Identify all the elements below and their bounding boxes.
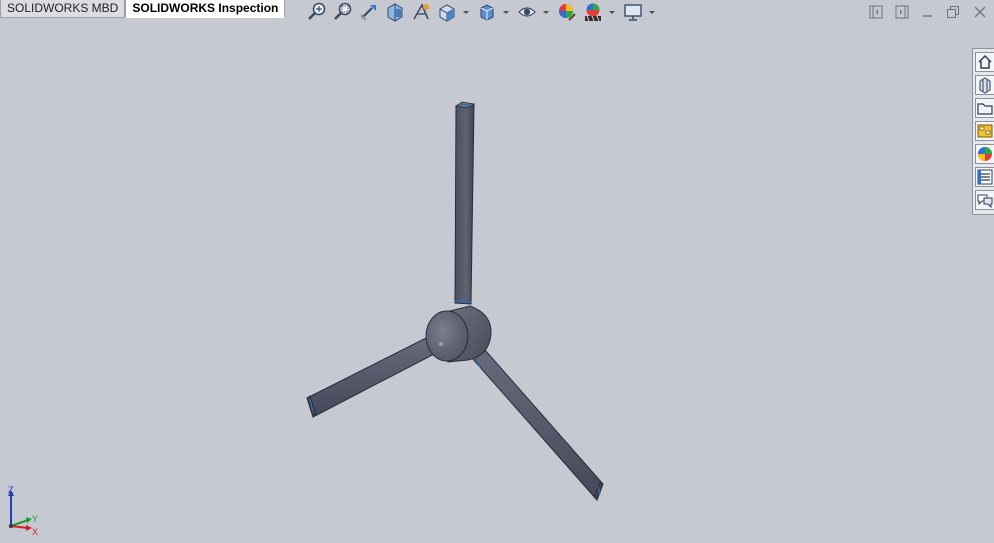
hub[interactable] xyxy=(425,305,492,363)
triad-z-label: Z xyxy=(8,485,14,495)
propeller-model[interactable] xyxy=(0,0,994,543)
triad-y-label: Y xyxy=(32,514,38,524)
triad-x-label: X xyxy=(32,527,38,537)
reference-triad: Z Y X xyxy=(8,485,38,537)
blade-lower-left[interactable] xyxy=(306,335,439,418)
blade-lower-right[interactable] xyxy=(471,349,604,501)
blade-upper[interactable] xyxy=(454,101,476,305)
graphics-area[interactable]: SOLIDWORKS MBD SOLIDWORKS Inspection Z Y… xyxy=(0,0,994,543)
